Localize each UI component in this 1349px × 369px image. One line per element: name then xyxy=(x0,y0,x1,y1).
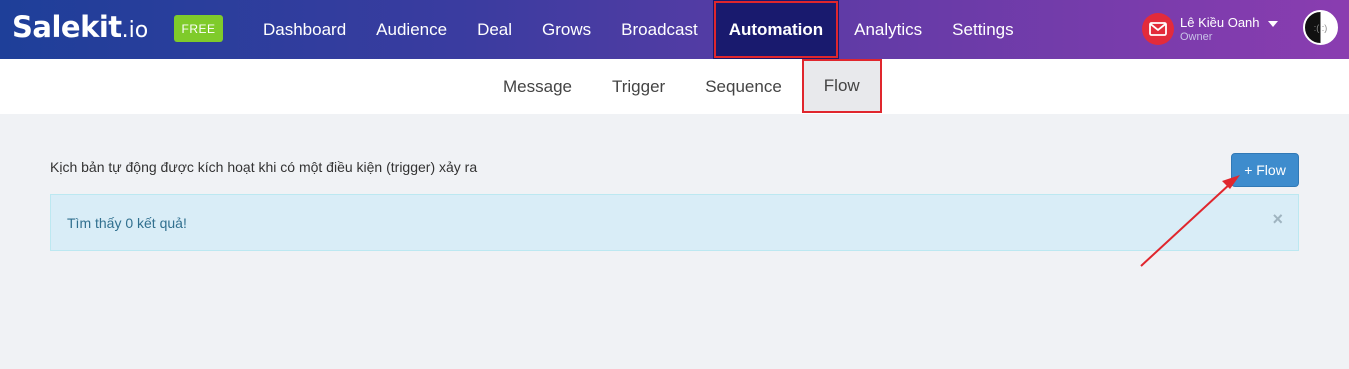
close-icon[interactable]: × xyxy=(1272,209,1283,230)
tab-flow[interactable]: Flow xyxy=(801,59,882,113)
info-alert: Tìm thấy 0 kết quả! × xyxy=(50,194,1299,251)
nav-item-broadcast[interactable]: Broadcast xyxy=(606,0,713,59)
logo-main-text: Salekit xyxy=(12,10,122,44)
avatar[interactable]: :( :) xyxy=(1303,10,1338,45)
add-flow-button[interactable]: + Flow xyxy=(1231,153,1299,187)
top-navbar: Salekit .io FREE Dashboard Audience Deal … xyxy=(0,0,1349,59)
nav-item-analytics[interactable]: Analytics xyxy=(839,0,937,59)
sub-navbar: Message Trigger Sequence Flow xyxy=(0,59,1349,114)
nav-item-grows[interactable]: Grows xyxy=(527,0,606,59)
nav-item-deal[interactable]: Deal xyxy=(462,0,527,59)
user-menu[interactable]: Lê Kiều Oanh Owner xyxy=(1142,9,1278,49)
user-role: Owner xyxy=(1180,31,1213,43)
user-info: Lê Kiều Oanh Owner xyxy=(1180,15,1260,43)
tab-trigger[interactable]: Trigger xyxy=(592,59,685,114)
user-name: Lê Kiều Oanh xyxy=(1180,15,1260,30)
alert-text: Tìm thấy 0 kết quả! xyxy=(67,215,187,231)
tab-sequence[interactable]: Sequence xyxy=(685,59,802,114)
nav-item-audience[interactable]: Audience xyxy=(361,0,462,59)
mail-icon[interactable] xyxy=(1142,13,1174,45)
logo-suffix-text: .io xyxy=(121,18,149,43)
nav-item-dashboard[interactable]: Dashboard xyxy=(248,0,361,59)
caret-down-icon[interactable] xyxy=(1267,21,1278,27)
plan-badge: FREE xyxy=(174,15,223,42)
main-nav: Dashboard Audience Deal Grows Broadcast … xyxy=(248,0,1029,59)
nav-item-settings[interactable]: Settings xyxy=(937,0,1028,59)
logo[interactable]: Salekit .io xyxy=(12,10,148,48)
tab-message[interactable]: Message xyxy=(483,59,592,114)
nav-item-automation[interactable]: Automation xyxy=(712,0,840,59)
page-description: Kịch bản tự động được kích hoạt khi có m… xyxy=(50,159,478,175)
